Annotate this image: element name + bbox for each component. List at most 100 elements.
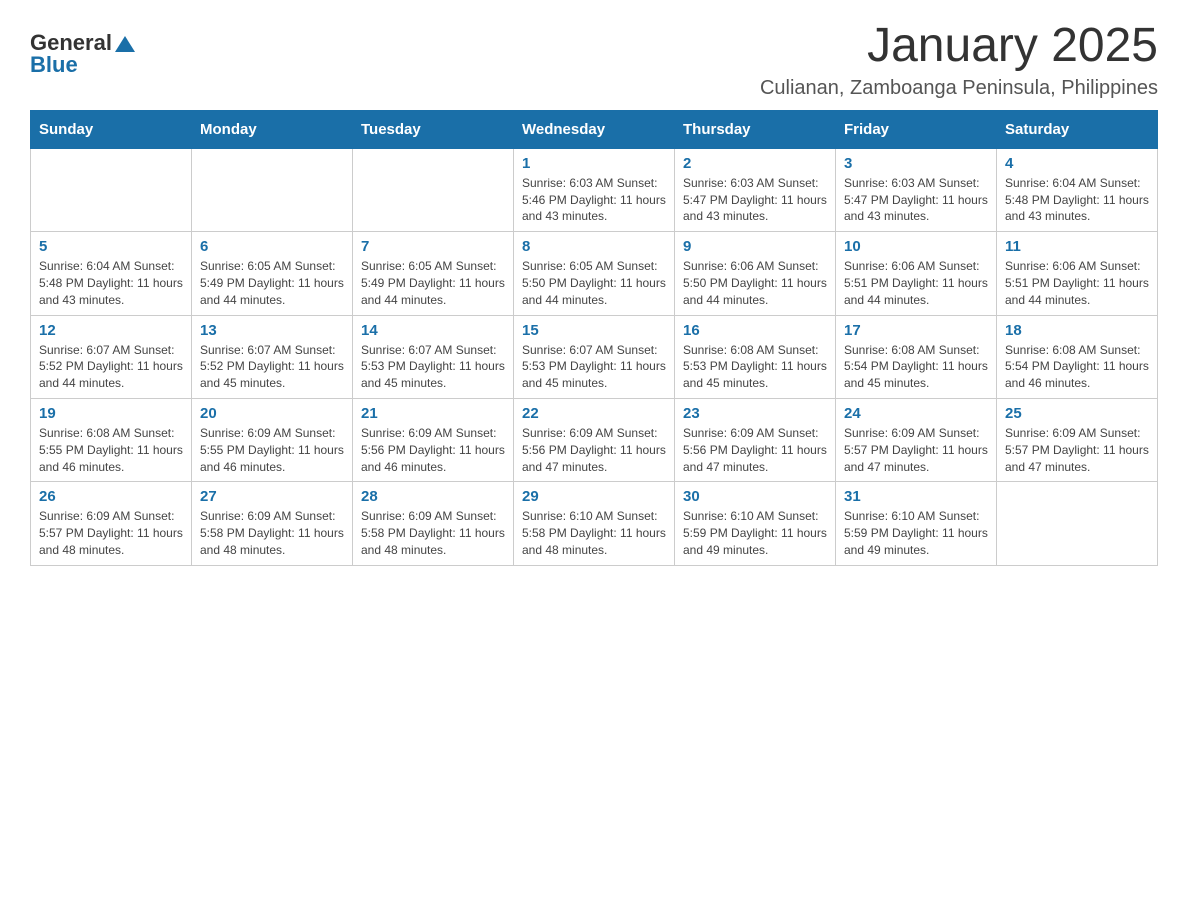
day-info: Sunrise: 6:08 AM Sunset: 5:55 PM Dayligh… [39, 425, 183, 475]
day-info: Sunrise: 6:09 AM Sunset: 5:56 PM Dayligh… [361, 425, 505, 475]
day-number: 31 [844, 488, 988, 505]
day-cell-19: 19 Sunrise: 6:08 AM Sunset: 5:55 PM Dayli… [31, 398, 192, 481]
day-number: 29 [522, 488, 666, 505]
day-of-week-saturday: Saturday [997, 110, 1158, 148]
day-number: 15 [522, 322, 666, 339]
day-number: 14 [361, 322, 505, 339]
day-number: 6 [200, 238, 344, 255]
day-cell-23: 23Sunrise: 6:09 AM Sunset: 5:56 PM Dayli… [675, 398, 836, 481]
day-number: 8 [522, 238, 666, 255]
day-info: Sunrise: 6:05 AM Sunset: 5:49 PM Dayligh… [361, 258, 505, 308]
day-number: 7 [361, 238, 505, 255]
logo-container: General Blue [30, 30, 135, 78]
day-cell-9: 9Sunrise: 6:06 AM Sunset: 5:50 PM Daylig… [675, 232, 836, 315]
day-number: 23 [683, 405, 827, 422]
week-row-2: 5 Sunrise: 6:04 AM Sunset: 5:48 PM Daylig… [31, 232, 1158, 315]
day-cell-12: 12 Sunrise: 6:07 AM Sunset: 5:52 PM Dayli… [31, 315, 192, 398]
week-row-4: 19 Sunrise: 6:08 AM Sunset: 5:55 PM Dayli… [31, 398, 1158, 481]
day-number: 2 [683, 155, 827, 172]
day-info: Sunrise: 6:04 AM Sunset: 5:48 PM Dayligh… [1005, 175, 1149, 225]
day-info: Sunrise: 6:05 AM Sunset: 5:50 PM Dayligh… [522, 258, 666, 308]
day-number: 24 [844, 405, 988, 422]
title-area: January 2025 Culianan, Zamboanga Peninsu… [760, 20, 1158, 100]
logo-triangle-icon [115, 36, 135, 52]
day-cell-21: 21Sunrise: 6:09 AM Sunset: 5:56 PM Dayli… [353, 398, 514, 481]
day-number: 10 [844, 238, 988, 255]
day-number: 4 [1005, 155, 1149, 172]
day-number: 25 [1005, 405, 1149, 422]
day-cell-18: 18 Sunrise: 6:08 AM Sunset: 5:54 PM Dayli… [997, 315, 1158, 398]
days-of-week-row: SundayMondayTuesdayWednesdayThursdayFrid… [31, 110, 1158, 148]
week-row-5: 26 Sunrise: 6:09 AM Sunset: 5:57 PM Dayli… [31, 482, 1158, 565]
day-number: 5 [39, 238, 183, 255]
day-cell-16: 16Sunrise: 6:08 AM Sunset: 5:53 PM Dayli… [675, 315, 836, 398]
day-cell-20: 20Sunrise: 6:09 AM Sunset: 5:55 PM Dayli… [192, 398, 353, 481]
day-number: 30 [683, 488, 827, 505]
location-title: Culianan, Zamboanga Peninsula, Philippin… [760, 77, 1158, 100]
day-info: Sunrise: 6:10 AM Sunset: 5:59 PM Dayligh… [844, 508, 988, 558]
day-cell-25: 25 Sunrise: 6:09 AM Sunset: 5:57 PM Dayli… [997, 398, 1158, 481]
empty-cell [192, 148, 353, 231]
day-cell-11: 11 Sunrise: 6:06 AM Sunset: 5:51 PM Dayli… [997, 232, 1158, 315]
day-number: 3 [844, 155, 988, 172]
day-of-week-wednesday: Wednesday [514, 110, 675, 148]
day-info: Sunrise: 6:03 AM Sunset: 5:47 PM Dayligh… [683, 175, 827, 225]
day-number: 13 [200, 322, 344, 339]
day-cell-6: 6 Sunrise: 6:05 AM Sunset: 5:49 PM Daylig… [192, 232, 353, 315]
day-info: Sunrise: 6:06 AM Sunset: 5:51 PM Dayligh… [1005, 258, 1149, 308]
day-cell-10: 10 Sunrise: 6:06 AM Sunset: 5:51 PM Dayli… [836, 232, 997, 315]
day-cell-28: 28Sunrise: 6:09 AM Sunset: 5:58 PM Dayli… [353, 482, 514, 565]
day-info: Sunrise: 6:06 AM Sunset: 5:50 PM Dayligh… [683, 258, 827, 308]
day-cell-17: 17 Sunrise: 6:08 AM Sunset: 5:54 PM Dayli… [836, 315, 997, 398]
day-cell-26: 26 Sunrise: 6:09 AM Sunset: 5:57 PM Dayli… [31, 482, 192, 565]
calendar-table: SundayMondayTuesdayWednesdayThursdayFrid… [30, 110, 1158, 566]
day-info: Sunrise: 6:09 AM Sunset: 5:58 PM Dayligh… [200, 508, 344, 558]
day-info: Sunrise: 6:07 AM Sunset: 5:53 PM Dayligh… [361, 342, 505, 392]
day-info: Sunrise: 6:10 AM Sunset: 5:58 PM Dayligh… [522, 508, 666, 558]
day-info: Sunrise: 6:07 AM Sunset: 5:52 PM Dayligh… [39, 342, 183, 392]
day-info: Sunrise: 6:05 AM Sunset: 5:49 PM Dayligh… [200, 258, 344, 308]
day-info: Sunrise: 6:04 AM Sunset: 5:48 PM Dayligh… [39, 258, 183, 308]
day-number: 17 [844, 322, 988, 339]
day-of-week-monday: Monday [192, 110, 353, 148]
day-info: Sunrise: 6:10 AM Sunset: 5:59 PM Dayligh… [683, 508, 827, 558]
day-of-week-sunday: Sunday [31, 110, 192, 148]
day-of-week-tuesday: Tuesday [353, 110, 514, 148]
day-cell-4: 4 Sunrise: 6:04 AM Sunset: 5:48 PM Daylig… [997, 148, 1158, 231]
logo: General Blue [30, 30, 135, 78]
day-cell-7: 7 Sunrise: 6:05 AM Sunset: 5:49 PM Daylig… [353, 232, 514, 315]
day-cell-29: 29 Sunrise: 6:10 AM Sunset: 5:58 PM Dayli… [514, 482, 675, 565]
empty-cell [997, 482, 1158, 565]
day-info: Sunrise: 6:06 AM Sunset: 5:51 PM Dayligh… [844, 258, 988, 308]
day-number: 26 [39, 488, 183, 505]
day-info: Sunrise: 6:09 AM Sunset: 5:58 PM Dayligh… [361, 508, 505, 558]
day-cell-5: 5 Sunrise: 6:04 AM Sunset: 5:48 PM Daylig… [31, 232, 192, 315]
day-info: Sunrise: 6:09 AM Sunset: 5:57 PM Dayligh… [844, 425, 988, 475]
day-number: 11 [1005, 238, 1149, 255]
day-cell-22: 22 Sunrise: 6:09 AM Sunset: 5:56 PM Dayli… [514, 398, 675, 481]
day-number: 18 [1005, 322, 1149, 339]
day-cell-1: 1Sunrise: 6:03 AM Sunset: 5:46 PM Daylig… [514, 148, 675, 231]
day-info: Sunrise: 6:08 AM Sunset: 5:53 PM Dayligh… [683, 342, 827, 392]
day-cell-2: 2 Sunrise: 6:03 AM Sunset: 5:47 PM Daylig… [675, 148, 836, 231]
day-info: Sunrise: 6:03 AM Sunset: 5:47 PM Dayligh… [844, 175, 988, 225]
day-of-week-friday: Friday [836, 110, 997, 148]
day-info: Sunrise: 6:09 AM Sunset: 5:56 PM Dayligh… [522, 425, 666, 475]
day-number: 1 [522, 155, 666, 172]
header: General Blue January 2025 Culianan, Zamb… [30, 20, 1158, 100]
empty-cell [31, 148, 192, 231]
day-info: Sunrise: 6:08 AM Sunset: 5:54 PM Dayligh… [844, 342, 988, 392]
day-info: Sunrise: 6:09 AM Sunset: 5:57 PM Dayligh… [39, 508, 183, 558]
day-number: 19 [39, 405, 183, 422]
day-info: Sunrise: 6:08 AM Sunset: 5:54 PM Dayligh… [1005, 342, 1149, 392]
day-cell-31: 31 Sunrise: 6:10 AM Sunset: 5:59 PM Dayli… [836, 482, 997, 565]
day-cell-8: 8 Sunrise: 6:05 AM Sunset: 5:50 PM Daylig… [514, 232, 675, 315]
day-cell-15: 15 Sunrise: 6:07 AM Sunset: 5:53 PM Dayli… [514, 315, 675, 398]
day-cell-24: 24 Sunrise: 6:09 AM Sunset: 5:57 PM Dayli… [836, 398, 997, 481]
day-cell-3: 3 Sunrise: 6:03 AM Sunset: 5:47 PM Daylig… [836, 148, 997, 231]
day-number: 12 [39, 322, 183, 339]
day-cell-13: 13Sunrise: 6:07 AM Sunset: 5:52 PM Dayli… [192, 315, 353, 398]
day-number: 22 [522, 405, 666, 422]
day-info: Sunrise: 6:09 AM Sunset: 5:57 PM Dayligh… [1005, 425, 1149, 475]
day-info: Sunrise: 6:07 AM Sunset: 5:53 PM Dayligh… [522, 342, 666, 392]
